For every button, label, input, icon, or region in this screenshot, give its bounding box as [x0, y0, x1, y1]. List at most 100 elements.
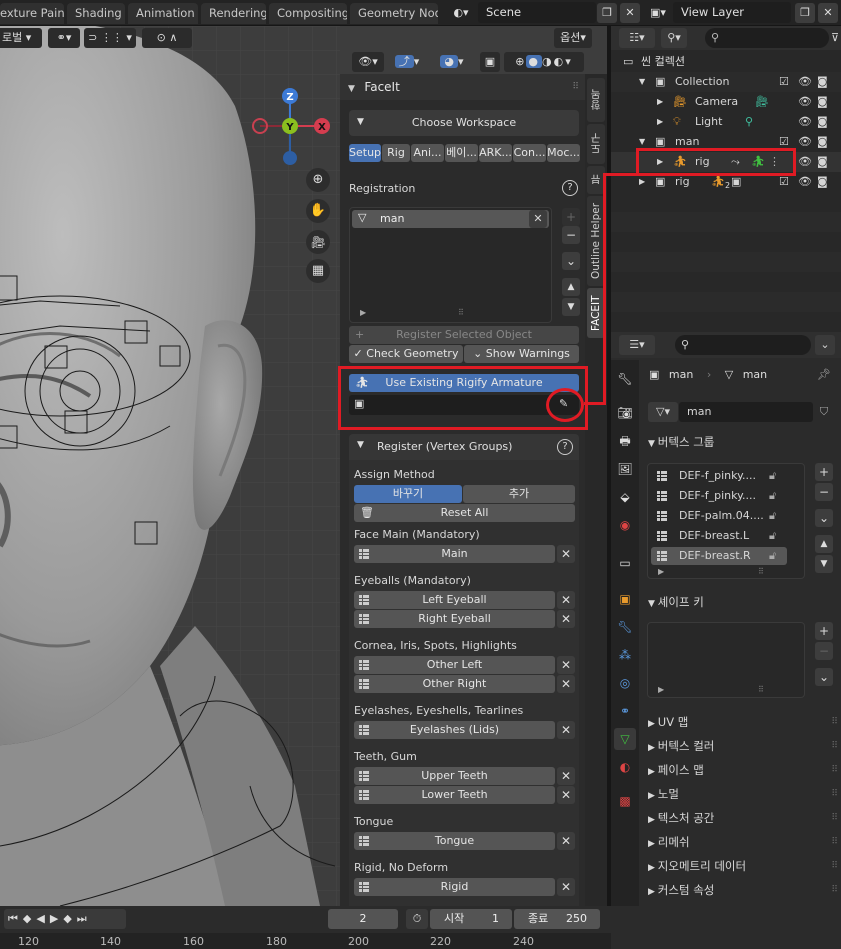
- pin-icon[interactable]: 📌︎: [817, 368, 831, 381]
- property-section[interactable]: ▶ 페이스 맵 ⠿: [648, 760, 838, 780]
- shape-key-menu-icon[interactable]: ⌄: [815, 668, 833, 686]
- prev-keyframe-icon[interactable]: ◆: [23, 912, 36, 925]
- tab-bake[interactable]: 베이...: [445, 144, 478, 162]
- eye-icon[interactable]: 👁︎: [798, 132, 812, 152]
- reset-all-button[interactable]: 🗑︎ Reset All: [354, 504, 575, 522]
- lock-icon[interactable]: 🔓︎: [769, 467, 776, 485]
- expand-arrow-icon[interactable]: ▶: [657, 92, 663, 112]
- vertex-group-assign-button[interactable]: Eyelashes (Lids): [354, 721, 555, 739]
- drag-grip-icon[interactable]: ⠿: [831, 880, 838, 900]
- clear-assignment-icon[interactable]: ✕: [557, 610, 575, 628]
- shading-mode-group[interactable]: ⊕ ● ◑◐▾: [504, 52, 584, 72]
- current-frame-field[interactable]: 2: [328, 909, 398, 929]
- clear-assignment-icon[interactable]: ✕: [557, 767, 575, 785]
- outliner-row-light[interactable]: ▶ 💡︎ Light ⚲ 👁︎ ◙: [611, 112, 841, 132]
- outliner-row-collection[interactable]: ▼ ▣ Collection ☑ 👁︎ ◙: [611, 72, 841, 92]
- view-layer-field[interactable]: View Layer: [673, 2, 791, 23]
- drag-grip-icon[interactable]: ⠿: [831, 736, 838, 756]
- tab-texture-paint[interactable]: exture Paint: [0, 3, 64, 24]
- eye-icon[interactable]: 👁︎: [798, 92, 812, 112]
- clear-assignment-icon[interactable]: ✕: [557, 656, 575, 674]
- vertex-groups-section[interactable]: ▼ 버텍스 그룹: [648, 432, 838, 452]
- check-geometry-button[interactable]: ✓ Check Geometry: [349, 345, 463, 363]
- move-down-icon[interactable]: ▼: [815, 555, 833, 573]
- tab-arkit[interactable]: ARK...: [479, 144, 512, 162]
- zoom-icon[interactable]: ⊕: [306, 168, 330, 192]
- clear-assignment-icon[interactable]: ✕: [557, 545, 575, 563]
- material-tab-icon[interactable]: ◐: [614, 756, 636, 778]
- checkbox-icon[interactable]: ☑: [779, 72, 789, 92]
- next-keyframe-icon[interactable]: ◆: [63, 912, 76, 925]
- tab-compositing[interactable]: Compositing: [269, 3, 347, 24]
- navigation-gizmo[interactable]: Z Y X: [248, 84, 334, 170]
- camera-render-icon[interactable]: ◙: [817, 112, 828, 132]
- display-mode-icon[interactable]: ☷▾: [619, 28, 655, 48]
- tool-tab-icon[interactable]: 🔧︎: [614, 368, 636, 390]
- property-section[interactable]: ▶ 리메쉬 ⠿: [648, 832, 838, 852]
- scene-name-field[interactable]: Scene: [478, 2, 596, 23]
- snap-toggle-icon[interactable]: ⊃ ⋮⋮ ▾: [84, 28, 136, 48]
- move-down-icon[interactable]: ▼: [562, 298, 580, 316]
- clear-assignment-icon[interactable]: ✕: [557, 721, 575, 739]
- frame-ruler[interactable]: 120 140 160 180 200 220 240: [0, 933, 611, 949]
- eye-icon[interactable]: 👁︎: [798, 112, 812, 132]
- list-item[interactable]: DEF-palm.04.... 🔓︎: [651, 507, 787, 525]
- particles-tab-icon[interactable]: ⁂: [614, 644, 636, 666]
- drag-grip-icon[interactable]: ⠿: [831, 808, 838, 828]
- move-up-icon[interactable]: ▲: [562, 278, 580, 296]
- properties-search-input[interactable]: ⚲: [675, 335, 811, 355]
- assign-add-button[interactable]: 추가: [463, 485, 575, 503]
- scene-remove-icon[interactable]: ✕: [620, 3, 640, 23]
- constraints-tab-icon[interactable]: ⚭: [614, 700, 636, 722]
- add-shape-key-icon[interactable]: +: [815, 622, 833, 640]
- vertex-group-menu-icon[interactable]: ⌄: [815, 509, 833, 527]
- start-frame-field[interactable]: 시작 1: [430, 909, 512, 929]
- scene-tab-icon[interactable]: ⬙: [614, 486, 636, 508]
- tab-animate[interactable]: Ani...: [411, 144, 444, 162]
- vertex-group-assign-button[interactable]: Other Right: [354, 675, 555, 693]
- vertex-group-assign-button[interactable]: Other Left: [354, 656, 555, 674]
- drag-grip-icon[interactable]: ⠿: [572, 74, 579, 100]
- tab-setup[interactable]: Setup: [349, 144, 381, 162]
- ortho-grid-icon[interactable]: ▦: [306, 259, 330, 283]
- view-layer-copy-icon[interactable]: ❐: [795, 3, 815, 23]
- gizmo-toggle-icon[interactable]: ⤴ ▾: [388, 52, 426, 72]
- shape-keys-section[interactable]: ▼ 셰이프 키: [648, 592, 838, 612]
- camera-render-icon[interactable]: ◙: [817, 132, 828, 152]
- choose-workspace-dropdown[interactable]: ▼ Choose Workspace: [349, 110, 579, 136]
- vertex-group-assign-button[interactable]: Rigid: [354, 878, 555, 896]
- drag-grip-icon[interactable]: ⠿: [831, 832, 838, 852]
- playback-controls[interactable]: ⏮◆◀▶◆⏭: [4, 909, 126, 929]
- vertex-group-assign-button[interactable]: Left Eyeball: [354, 591, 555, 609]
- list-menu-icon[interactable]: ⌄: [562, 252, 580, 270]
- clear-assignment-icon[interactable]: ✕: [557, 832, 575, 850]
- outliner-scene-collection[interactable]: ▭ 씬 컬렉션: [611, 52, 841, 72]
- drag-grip-icon[interactable]: ⠿: [831, 712, 838, 732]
- filter-icon[interactable]: ⚲▾: [661, 28, 687, 48]
- add-list-icon[interactable]: +: [562, 208, 580, 226]
- tab-animation[interactable]: Animation: [128, 3, 198, 24]
- options-icon[interactable]: ⌄: [815, 335, 835, 355]
- view-layer-remove-icon[interactable]: ✕: [818, 3, 838, 23]
- physics-tab-icon[interactable]: ◎: [614, 672, 636, 694]
- mesh-name-field[interactable]: man: [679, 402, 813, 422]
- resize-grip-icon[interactable]: ⠿: [758, 685, 764, 694]
- show-warnings-button[interactable]: ⌄ Show Warnings: [464, 345, 579, 363]
- remove-vertex-group-icon[interactable]: −: [815, 483, 833, 501]
- remove-shape-key-icon[interactable]: −: [815, 642, 833, 660]
- camera-render-icon[interactable]: ◙: [817, 152, 828, 172]
- output-tab-icon[interactable]: 🖶: [614, 430, 636, 452]
- overlay-toggle-icon[interactable]: ◕ ▾: [434, 52, 470, 72]
- clear-assignment-icon[interactable]: ✕: [557, 878, 575, 896]
- vertex-groups-header[interactable]: ▼ Register (Vertex Groups) ?: [349, 434, 579, 460]
- tab-tool[interactable]: 도구: [587, 124, 605, 164]
- list-item[interactable]: DEF-f_pinky.... 🔓︎: [651, 467, 787, 485]
- visibility-eye-icon[interactable]: 👁︎▾: [352, 52, 384, 72]
- view-layer-tab-icon[interactable]: 🖼︎: [614, 458, 636, 480]
- fake-user-shield-icon[interactable]: ⛉: [815, 402, 833, 422]
- lock-icon[interactable]: 🔓︎: [769, 547, 776, 565]
- property-section[interactable]: ▶ UV 맵 ⠿: [648, 712, 838, 732]
- clear-assignment-icon[interactable]: ✕: [557, 675, 575, 693]
- tab-geometry-nodes[interactable]: Geometry Node: [350, 3, 438, 24]
- clear-assignment-icon[interactable]: ✕: [557, 591, 575, 609]
